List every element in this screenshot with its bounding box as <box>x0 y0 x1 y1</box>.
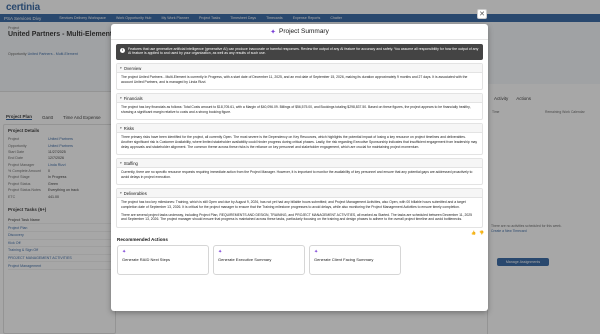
recommended-action-label: Generate RAID Next Steps <box>122 256 171 262</box>
recommended-action-label: Generate Executive Summary <box>218 256 272 262</box>
section-header[interactable]: ▾ Financials <box>117 94 482 104</box>
recommended-action-card[interactable]: ✦ Generate Executive Summary <box>213 244 305 275</box>
section-header[interactable]: ▾ Deliverables <box>117 189 482 199</box>
section-body: Three primary risks have been identified… <box>117 133 482 154</box>
sparkle-icon: ✦ <box>122 248 127 255</box>
section-paragraph: The project has key financials as follow… <box>121 105 471 114</box>
summary-section: ▾ Risks Three primary risks have been iden… <box>116 123 483 156</box>
recommended-actions: ✦ Generate RAID Next Steps ✦ Generate Execu… <box>111 244 488 275</box>
recommended-action-card[interactable]: ✦ Generate Client Facing Summary <box>309 244 401 275</box>
recommended-action-card[interactable]: ✦ Generate RAID Next Steps <box>117 244 209 275</box>
section-body: The project has key financials as follow… <box>117 103 482 119</box>
section-body: The project has two key milestones: Trai… <box>117 198 482 226</box>
info-icon: i <box>120 48 125 53</box>
modal-header: ✦ Project Summary <box>111 24 488 40</box>
modal-title: Project Summary <box>279 28 329 35</box>
chevron-down-icon[interactable]: ▾ <box>120 161 122 165</box>
sparkle-icon: ✦ <box>270 28 276 36</box>
summary-section: ▾ Overview The project United Partners - M… <box>116 63 483 91</box>
summary-section: ▾ Deliverables The project has two key mil… <box>116 188 483 228</box>
chevron-down-icon[interactable]: ▾ <box>120 191 122 195</box>
chevron-down-icon[interactable]: ▾ <box>120 96 122 100</box>
warning-text: Features that use generative artificial … <box>128 46 479 55</box>
project-summary-modal: ✦ Project Summary i Features that use ge… <box>111 24 488 311</box>
section-header[interactable]: ▾ Risks <box>117 124 482 134</box>
chevron-down-icon[interactable]: ▾ <box>120 126 122 130</box>
section-header[interactable]: ▾ Staffing <box>117 159 482 169</box>
section-paragraph: There are several project tasks underway… <box>121 212 473 222</box>
thumbs-up-icon[interactable]: 👍 <box>471 230 476 235</box>
section-title: Staffing <box>123 160 138 166</box>
thumbs-down-icon[interactable]: 👎 <box>479 230 484 235</box>
close-icon[interactable]: ✕ <box>477 9 487 19</box>
chevron-down-icon[interactable]: ▾ <box>120 66 122 70</box>
section-body: The project United Partners - Multi-Elem… <box>117 73 482 89</box>
section-paragraph: The project has two key milestones: Trai… <box>121 200 466 209</box>
section-title: Financials <box>123 95 143 101</box>
section-title: Deliverables <box>123 190 147 196</box>
summary-sections: ▾ Overview The project United Partners - M… <box>111 63 488 228</box>
recommended-action-label: Generate Client Facing Summary <box>314 256 374 262</box>
ai-warning-banner: i Features that use generative artificia… <box>116 44 483 60</box>
section-header[interactable]: ▾ Overview <box>117 64 482 73</box>
summary-section: ▾ Staffing Currently, there are no specifi… <box>116 158 483 186</box>
summary-section: ▾ Financials The project has key financial… <box>116 93 483 121</box>
sparkle-icon: ✦ <box>314 248 319 255</box>
section-body: Currently, there are no specific resourc… <box>117 168 482 184</box>
section-paragraph: The project United Partners - Multi-Elem… <box>121 75 468 84</box>
section-paragraph: Currently, there are no specific resourc… <box>121 170 473 179</box>
section-paragraph: Three primary risks have been identified… <box>121 135 478 149</box>
sparkle-icon: ✦ <box>218 248 223 255</box>
section-title: Risks <box>123 125 135 131</box>
recommended-title: Recommended Actions <box>117 236 168 242</box>
section-title: Overview <box>123 65 142 71</box>
